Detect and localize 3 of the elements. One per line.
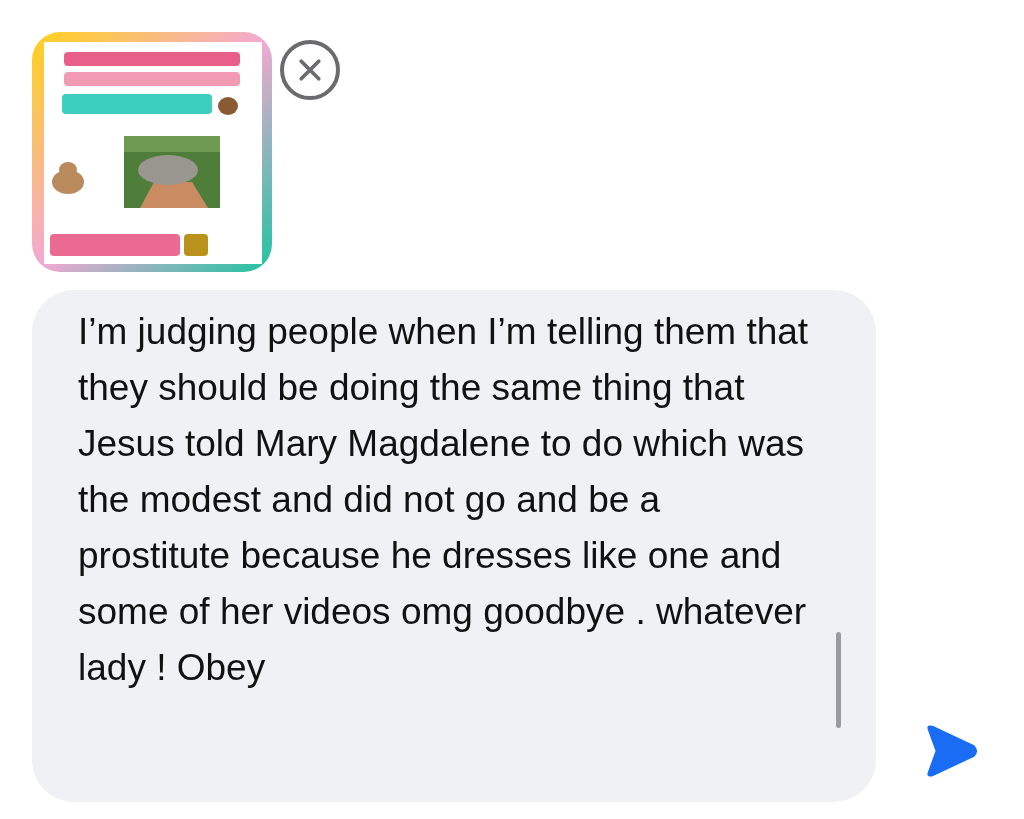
message-field[interactable] (32, 290, 876, 802)
message-text: I’m judging people when I’m telling them that they should be doing the same thing that Jesus told Mary Magdalene to do which was the modest and did not go and be a prostitute because he dresses like one and some of her videos omg goodbye . whatever lady ! Obey (78, 310, 810, 690)
remove-attachment-button[interactable] (280, 40, 340, 100)
